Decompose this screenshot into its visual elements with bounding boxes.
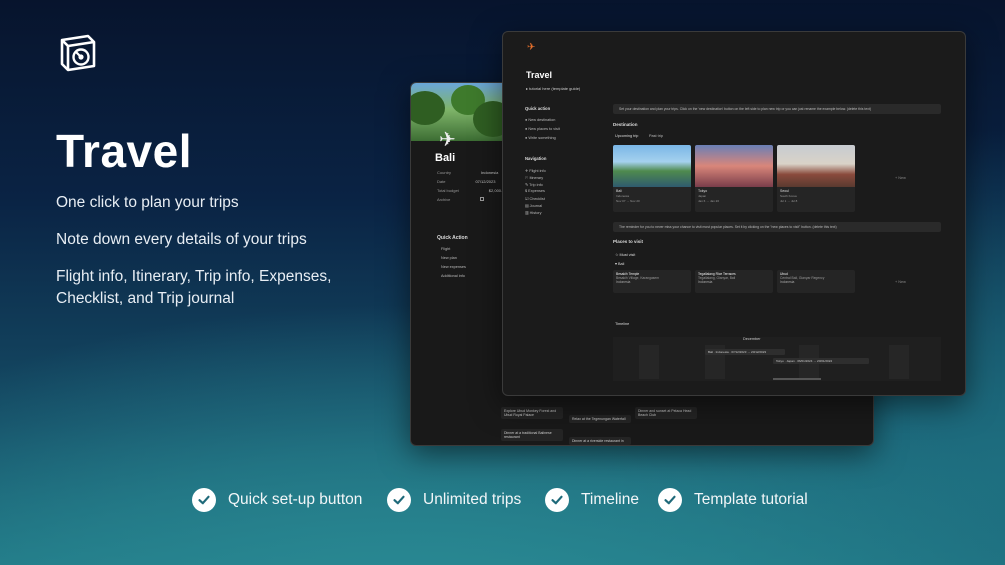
nav-expenses[interactable]: $ Expenses	[525, 189, 545, 193]
navigation-heading: Navigation	[525, 156, 547, 161]
filter-must-visit[interactable]: ☆ Must visit	[615, 252, 635, 257]
quick-action-heading: Quick Action	[437, 235, 468, 241]
feature-label: Timeline	[581, 491, 639, 508]
tutorial-toggle[interactable]: ▸ tutorial here (template guide)	[526, 86, 580, 91]
places-heading: Places to visit	[613, 239, 644, 244]
quick-action-item[interactable]: Flight	[441, 247, 450, 251]
tab-upcoming[interactable]: Upcoming trip	[615, 134, 638, 138]
feature-label: Quick set-up button	[228, 491, 363, 508]
check-icon	[658, 488, 682, 512]
app-logo-icon	[58, 32, 98, 72]
nav-trip-info[interactable]: ✎ Trip info	[525, 182, 543, 187]
itinerary-card[interactable]: Dinner at a traditional Balinese restaur…	[501, 429, 563, 441]
feature-unlimited-trips: Unlimited trips	[387, 488, 521, 512]
check-icon	[192, 488, 216, 512]
hero-title: Travel	[56, 125, 192, 177]
feature-template-tutorial: Template tutorial	[658, 488, 808, 512]
hero-line-1: One click to plan your trips	[56, 194, 239, 211]
nav-flight-info[interactable]: ✈ Flight info	[525, 168, 546, 173]
callout-destination: Set your destination and plan your trips…	[613, 104, 941, 114]
itinerary-card[interactable]: Explore Ubud Monkey Forest and Ubud Roya…	[501, 407, 563, 419]
airplane-icon: ✈	[527, 42, 536, 53]
nav-checklist[interactable]: ☑ Checklist	[525, 196, 545, 201]
callout-places: The reminder for you to never miss your …	[613, 222, 941, 232]
hero-line-3: Flight info, Itinerary, Trip info, Expen…	[56, 268, 332, 307]
timeline-item-tokyo[interactable]: Tokyo · Japan · 06/01/2024 → 20/01/2024	[773, 358, 869, 364]
quick-action-new-places[interactable]: ● New places to visit	[525, 127, 560, 131]
check-icon	[545, 488, 569, 512]
timeline-month: December	[743, 337, 761, 341]
timeline-view: December Bali · Indonesia · 07/12/2023 →…	[613, 337, 941, 381]
destination-heading: Destination	[613, 122, 638, 127]
feature-label: Unlimited trips	[423, 491, 522, 508]
travel-dashboard-window: ✈ Travel ▸ tutorial here (template guide…	[502, 31, 966, 396]
timeline-item-bali[interactable]: Bali · Indonesia · 07/12/2023 → 20/12/20…	[705, 349, 785, 355]
nav-itinerary[interactable]: ⚐ Itinerary	[525, 175, 543, 180]
hero-line-2: Note down every details of your trips	[56, 231, 307, 248]
nav-journal[interactable]: ▤ Journal	[525, 203, 542, 208]
quick-action-item[interactable]: New plan	[441, 256, 457, 260]
quick-action-item[interactable]: Additional info	[441, 274, 465, 278]
page-title: Bali	[435, 152, 456, 164]
new-destination-button[interactable]: + New	[895, 176, 906, 180]
group-bali[interactable]: ▾ Bali	[615, 261, 624, 266]
property-row: Date 07/12/2023	[437, 179, 496, 184]
place-card[interactable]: Ubud Central Bali, Gianyar Regency Indon…	[777, 270, 855, 293]
feature-label: Template tutorial	[694, 491, 808, 508]
quick-action-item[interactable]: New expenses	[441, 265, 466, 269]
destination-card-bali[interactable]: Bali Indonesia Nov 07 → Nov 20	[613, 145, 691, 212]
destination-card-tokyo[interactable]: Tokyo Japan Jan 6 → Jan 20	[695, 145, 773, 212]
feature-timeline: Timeline	[545, 488, 639, 512]
timeline-scrollbar[interactable]	[773, 378, 821, 380]
itinerary-card[interactable]: Relax at the Tegenungan Waterfall	[569, 415, 631, 423]
new-place-button[interactable]: + New	[895, 280, 906, 284]
place-card[interactable]: Besakih Temple Besakih Village, Karangas…	[613, 270, 691, 293]
page-title: Travel	[526, 70, 553, 80]
property-row: Archive	[437, 197, 485, 202]
tab-past[interactable]: Past trip	[649, 134, 663, 138]
itinerary-card[interactable]: Dinner at a riverside restaurant in	[569, 437, 631, 445]
property-row: Country Indonesia	[437, 170, 499, 175]
feature-quick-setup: Quick set-up button	[192, 488, 362, 512]
nav-history[interactable]: ▥ History	[525, 210, 541, 215]
check-icon	[387, 488, 411, 512]
airplane-icon: ✈	[439, 129, 456, 151]
itinerary-card[interactable]: Dinner and sunset at Pelaca Head Beach C…	[635, 407, 697, 419]
quick-action-new-destination[interactable]: ● New destination	[525, 118, 555, 122]
property-row: Total budget $2,000.00	[437, 188, 507, 193]
quick-action-heading: Quick action	[525, 106, 551, 111]
place-card[interactable]: Tegallalang Rice Terraces Tegallalang, G…	[695, 270, 773, 293]
quick-action-write[interactable]: ● Write something	[525, 136, 556, 140]
timeline-tab[interactable]: Timeline	[615, 322, 629, 326]
destination-card-seoul[interactable]: Seoul South Korea Jul 1 → Jul 8	[777, 145, 855, 212]
